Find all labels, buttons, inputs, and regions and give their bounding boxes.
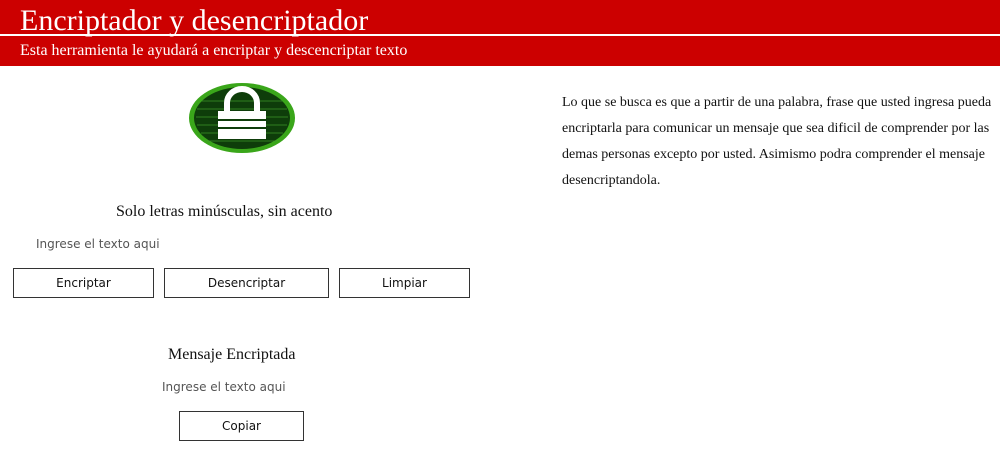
output-section-title: Mensaje Encriptada	[168, 346, 296, 363]
header-divider	[0, 34, 1000, 36]
description-text: Lo que se busca es que a partir de una p…	[562, 95, 992, 188]
copy-button[interactable]: Copiar	[179, 411, 304, 441]
header: Encriptador y desencriptador Esta herram…	[0, 0, 1000, 66]
decrypt-button[interactable]: Desencriptar	[164, 268, 329, 298]
clear-button[interactable]: Limpiar	[339, 268, 470, 298]
text-input[interactable]	[36, 236, 456, 252]
input-section-title: Solo letras minúsculas, sin acento	[116, 203, 333, 220]
encrypt-button[interactable]: Encriptar	[13, 268, 154, 298]
padlock-icon	[189, 83, 295, 153]
page-title: Encriptador y desencriptador	[20, 4, 369, 37]
page-subtitle: Esta herramienta le ayudará a encriptar …	[20, 42, 408, 59]
output-text[interactable]	[162, 379, 462, 395]
